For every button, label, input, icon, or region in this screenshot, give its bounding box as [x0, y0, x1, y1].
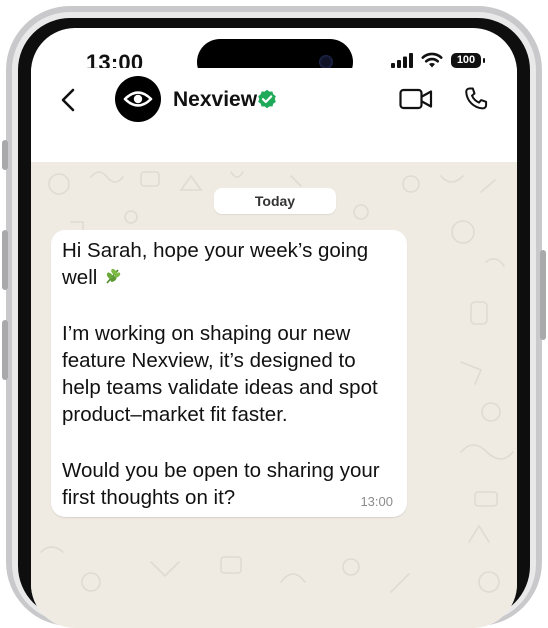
message-line: first thoughts on it?: [62, 486, 236, 509]
message-timestamp: 13:00: [360, 494, 393, 509]
back-button[interactable]: [61, 88, 75, 117]
message-line: Hi Sarah, hope your week’s going: [62, 239, 369, 262]
eye-logo-icon: [123, 91, 153, 107]
action-button: [2, 140, 8, 170]
message-line: product–market fit faster.: [62, 403, 288, 426]
cellular-signal-icon: [391, 52, 413, 68]
message-text: well: [62, 266, 98, 289]
volume-down-button: [2, 320, 8, 380]
chat-area[interactable]: Today Hi Sarah, hope your week’s going w…: [31, 162, 517, 628]
battery-level: 100: [456, 54, 476, 66]
message-line: Would you be open to sharing your: [62, 459, 380, 482]
message-line: feature Nexview, it’s designed to: [62, 349, 356, 372]
contact-name[interactable]: Nexview: [173, 88, 257, 112]
power-button: [540, 250, 546, 340]
message-line: I’m working on shaping our new: [62, 322, 351, 345]
message-bubble[interactable]: Hi Sarah, hope your week’s going well I’…: [51, 230, 407, 517]
volume-up-button: [2, 230, 8, 290]
video-camera-icon: [399, 88, 433, 110]
status-icons: 100: [391, 52, 485, 68]
avatar[interactable]: [115, 76, 161, 122]
battery-icon: 100: [451, 52, 485, 68]
wifi-icon: [421, 52, 443, 68]
message-line: well: [62, 266, 123, 290]
date-separator: Today: [214, 188, 336, 214]
front-camera: [319, 55, 333, 69]
message-line: help teams validate ideas and spot: [62, 376, 378, 399]
herb-emoji-icon: [106, 268, 121, 284]
chat-header: Nexview: [31, 68, 517, 138]
phone-icon: [465, 87, 488, 110]
verified-badge-icon: [258, 89, 276, 109]
voice-call-button[interactable]: [463, 86, 489, 117]
video-call-button[interactable]: [399, 88, 433, 115]
phone-screen: 13:00 100 Nexview Today Hi Sarah, hope y…: [31, 28, 517, 628]
chevron-left-icon: [61, 88, 75, 112]
